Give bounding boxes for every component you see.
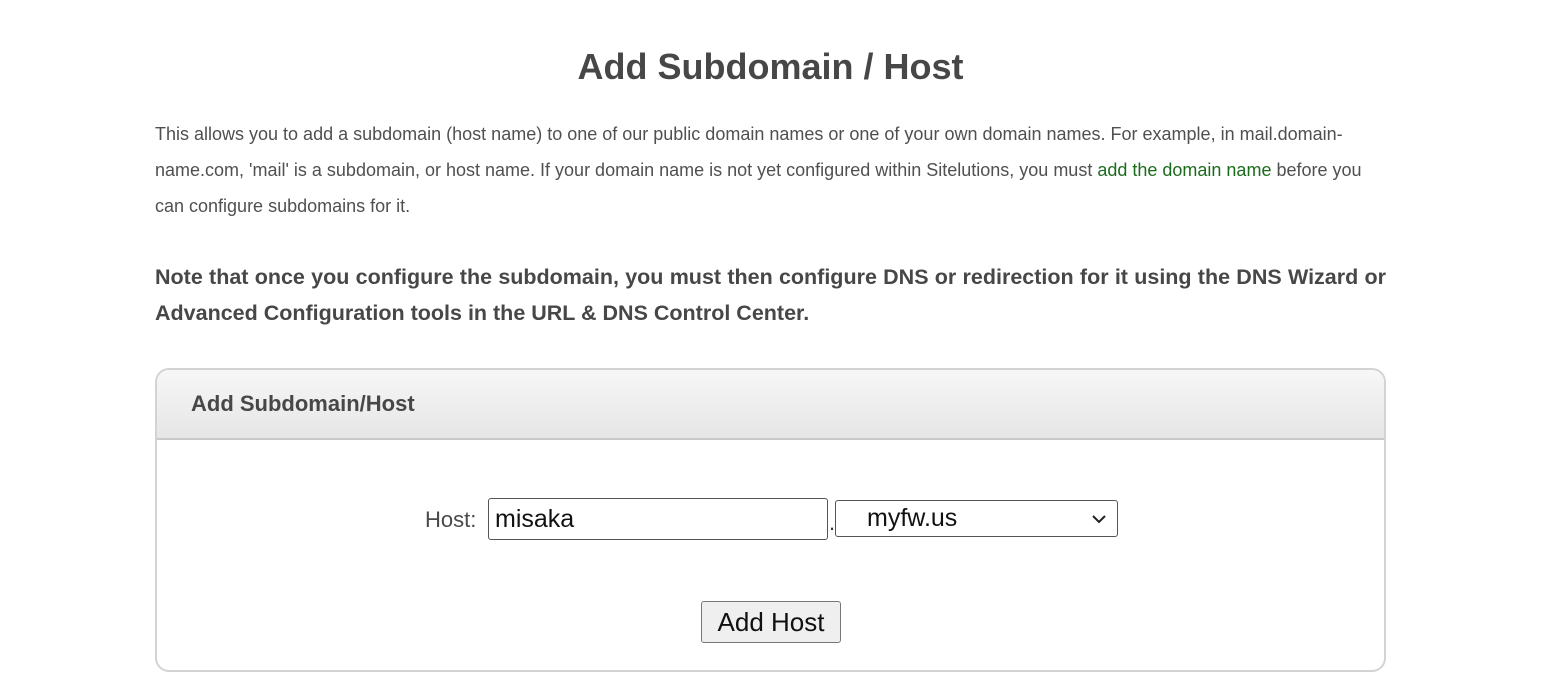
page-title: Add Subdomain / Host [577,46,964,87]
panel-title: Add Subdomain/Host [191,391,415,416]
host-row: Host: . myfw.us [157,498,1384,540]
host-label: Host: [425,507,477,532]
domain-select[interactable]: myfw.us [835,500,1118,537]
domain-select-value: myfw.us [867,504,958,532]
add-domain-name-link[interactable]: add the domain name [1097,160,1271,180]
panel-header: Add Subdomain/Host [157,370,1384,440]
add-subdomain-panel: Add Subdomain/Host Host: . myfw.us Add H… [155,368,1386,672]
note-paragraph: Note that once you configure the subdoma… [155,265,1386,325]
chevron-down-icon [1092,515,1106,524]
intro-paragraph: This allows you to add a subdomain (host… [155,116,1386,224]
host-input[interactable] [488,498,828,540]
add-host-button[interactable]: Add Host [701,601,841,643]
